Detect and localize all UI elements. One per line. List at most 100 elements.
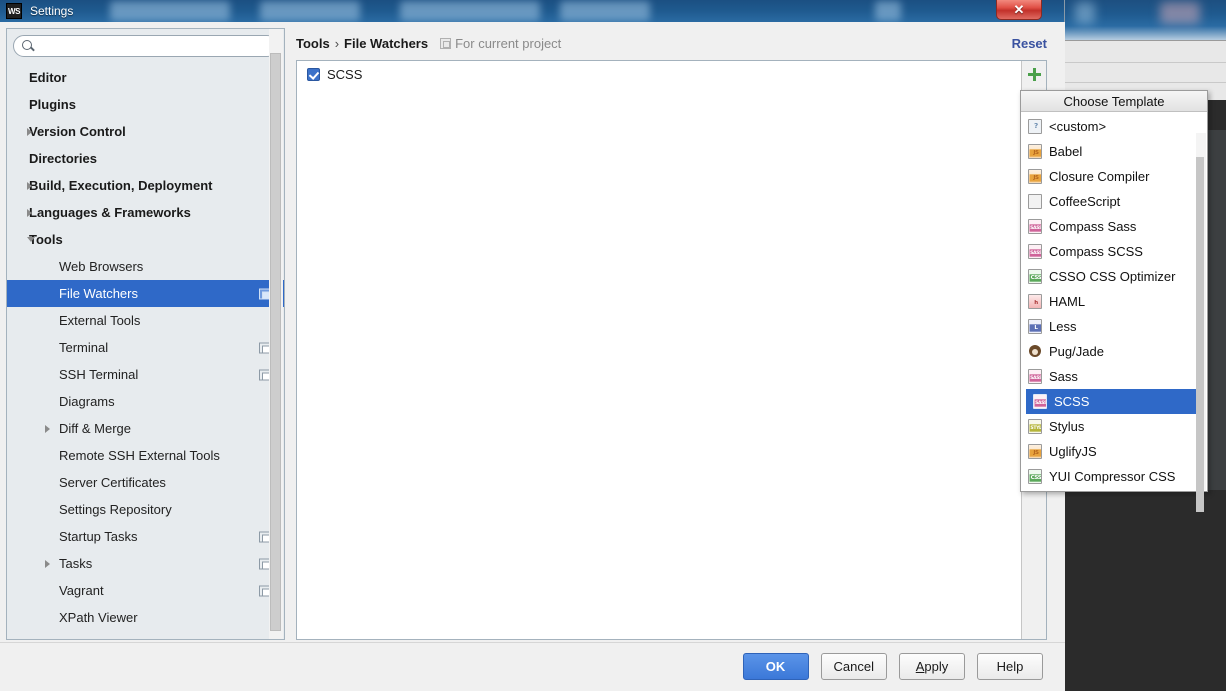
sidebar-item-label: Version Control [29, 124, 126, 139]
sidebar-item-editor[interactable]: Editor [7, 64, 284, 91]
pug-icon [1028, 344, 1042, 359]
sidebar-item-label: Startup Tasks [59, 529, 138, 544]
chevron-right-icon[interactable] [45, 424, 50, 433]
settings-body: Editor Plugins Version Control Directories B… [0, 22, 1065, 691]
settings-dialog: WS Settings ✕ Editor Plugins Version Contr… [0, 0, 1065, 691]
javascript-file-icon: JS [1028, 169, 1042, 184]
sidebar-item-server-certificates[interactable]: Server Certificates [7, 469, 284, 496]
chevron-right-icon[interactable] [27, 208, 32, 217]
stylus-file-icon: STYL [1028, 419, 1042, 434]
sidebar-item-plugins[interactable]: Plugins [7, 91, 284, 118]
breadcrumb-separator: › [334, 35, 340, 51]
custom-file-icon: ? [1028, 119, 1042, 134]
template-item-label: YUI Compressor CSS [1049, 469, 1176, 484]
sidebar-item-diagrams[interactable]: Diagrams [7, 388, 284, 415]
template-item[interactable]: h HAML [1021, 289, 1207, 314]
template-item[interactable]: SASS Compass Sass [1021, 214, 1207, 239]
scope-icon [440, 37, 452, 49]
template-item[interactable]: L Less [1021, 314, 1207, 339]
settings-tree: Editor Plugins Version Control Directories B… [7, 64, 284, 631]
breadcrumb-parent[interactable]: Tools [296, 36, 330, 51]
template-item[interactable]: CSS YUI Compressor CSS [1021, 464, 1207, 489]
sidebar-item-label: Settings Repository [59, 502, 172, 517]
watcher-name: SCSS [327, 66, 363, 82]
file-watchers-panel: SCSS [296, 60, 1047, 640]
apply-button[interactable]: Apply [899, 653, 965, 680]
sidebar-scrollbar-track[interactable] [269, 29, 283, 639]
reset-link[interactable]: Reset [1012, 36, 1047, 51]
template-item-label: Less [1049, 319, 1077, 334]
css-file-icon: CSS [1028, 269, 1042, 284]
sidebar-item-label: Terminal [59, 340, 109, 355]
template-item[interactable]: JS Babel [1021, 139, 1207, 164]
sidebar-item-startup-tasks[interactable]: Startup Tasks [7, 523, 284, 550]
choose-template-scrollbar-thumb[interactable] [1196, 157, 1204, 512]
chevron-down-icon[interactable] [27, 237, 35, 242]
search-box[interactable] [13, 35, 278, 57]
sass-file-icon: SASS [1028, 244, 1042, 259]
template-item[interactable]: JS Closure Compiler [1021, 164, 1207, 189]
template-item-label: Closure Compiler [1049, 169, 1150, 184]
sidebar-item-label: Web Browsers [59, 259, 144, 274]
template-item[interactable]: CoffeeScript [1021, 189, 1207, 214]
sidebar-item-ssh-terminal[interactable]: SSH Terminal [7, 361, 284, 388]
cancel-button[interactable]: Cancel [820, 653, 887, 680]
sidebar-item-tasks[interactable]: Tasks [7, 550, 284, 577]
template-item[interactable]: SASS Sass [1021, 364, 1207, 389]
sass-file-icon: SASS [1033, 394, 1047, 409]
template-item-label: Sass [1049, 369, 1078, 384]
template-item[interactable]: CSS CSSO CSS Optimizer [1021, 264, 1207, 289]
window-title: Settings [30, 4, 74, 18]
settings-sidebar: Editor Plugins Version Control Directories B… [6, 28, 285, 640]
javascript-file-icon: JS [1028, 444, 1042, 459]
haml-file-icon: h [1028, 294, 1042, 309]
sidebar-item-settings-repository[interactable]: Settings Repository [7, 496, 284, 523]
template-item[interactable]: SASS SCSS [1026, 389, 1205, 414]
template-item-label: Babel [1049, 144, 1083, 159]
close-icon[interactable]: ✕ [996, 0, 1042, 20]
template-item-label: Compass Sass [1049, 219, 1137, 234]
template-item-label: HAML [1049, 294, 1086, 309]
sidebar-item-label: External Tools [59, 313, 141, 328]
sidebar-item-directories[interactable]: Directories [7, 145, 284, 172]
chevron-right-icon[interactable] [27, 127, 32, 136]
sidebar-item-version-control[interactable]: Version Control [7, 118, 284, 145]
template-item-label: CSSO CSS Optimizer [1049, 269, 1176, 284]
breadcrumb: Tools › File Watchers For current projec… [296, 28, 1055, 58]
choose-template-popup: Choose Template ? <custom> JS Babel JS Closur… [1020, 90, 1208, 512]
choose-template-scrollbar-track[interactable] [1196, 133, 1206, 512]
help-button[interactable]: Help [977, 653, 1043, 680]
sidebar-item-file-watchers[interactable]: File Watchers [7, 280, 284, 307]
sidebar-item-external-tools[interactable]: External Tools [7, 307, 284, 334]
sidebar-item-diff-merge[interactable]: Diff & Merge [7, 415, 284, 442]
add-watcher-button[interactable] [1024, 64, 1045, 85]
screen: WS Settings ✕ Editor Plugins Version Contr… [0, 0, 1226, 691]
sidebar-item-terminal[interactable]: Terminal [7, 334, 284, 361]
search-input[interactable] [35, 37, 277, 55]
sidebar-search-wrapper [7, 29, 284, 57]
css-file-icon: CSS [1028, 469, 1042, 484]
sidebar-item-label: Remote SSH External Tools [59, 448, 220, 463]
sidebar-item-build-execution-deployment[interactable]: Build, Execution, Deployment [7, 172, 284, 199]
template-item[interactable]: ? <custom> [1021, 114, 1207, 139]
sidebar-item-vagrant[interactable]: Vagrant [7, 577, 284, 604]
sidebar-item-label: Directories [29, 151, 97, 166]
chevron-right-icon[interactable] [45, 559, 50, 568]
sidebar-item-languages-frameworks[interactable]: Languages & Frameworks [7, 199, 284, 226]
watcher-row[interactable]: SCSS [297, 61, 1021, 87]
ok-button[interactable]: OK [742, 653, 809, 680]
sidebar-item-label: Editor [29, 70, 67, 85]
sidebar-item-remote-ssh-external-tools[interactable]: Remote SSH External Tools [7, 442, 284, 469]
watcher-enabled-checkbox[interactable] [307, 67, 320, 81]
template-item[interactable]: JS UglifyJS [1021, 439, 1207, 464]
sidebar-item-web-browsers[interactable]: Web Browsers [7, 253, 284, 280]
template-item-label: SCSS [1054, 394, 1090, 409]
template-item[interactable]: SASS Compass SCSS [1021, 239, 1207, 264]
template-item[interactable]: STYL Stylus [1021, 414, 1207, 439]
template-item-label: Compass SCSS [1049, 244, 1143, 259]
sidebar-item-xpath-viewer[interactable]: XPath Viewer [7, 604, 284, 631]
sidebar-item-tools[interactable]: Tools [7, 226, 284, 253]
template-item[interactable]: Pug/Jade [1021, 339, 1207, 364]
sidebar-scrollbar-thumb[interactable] [270, 53, 281, 631]
chevron-right-icon[interactable] [27, 181, 32, 190]
